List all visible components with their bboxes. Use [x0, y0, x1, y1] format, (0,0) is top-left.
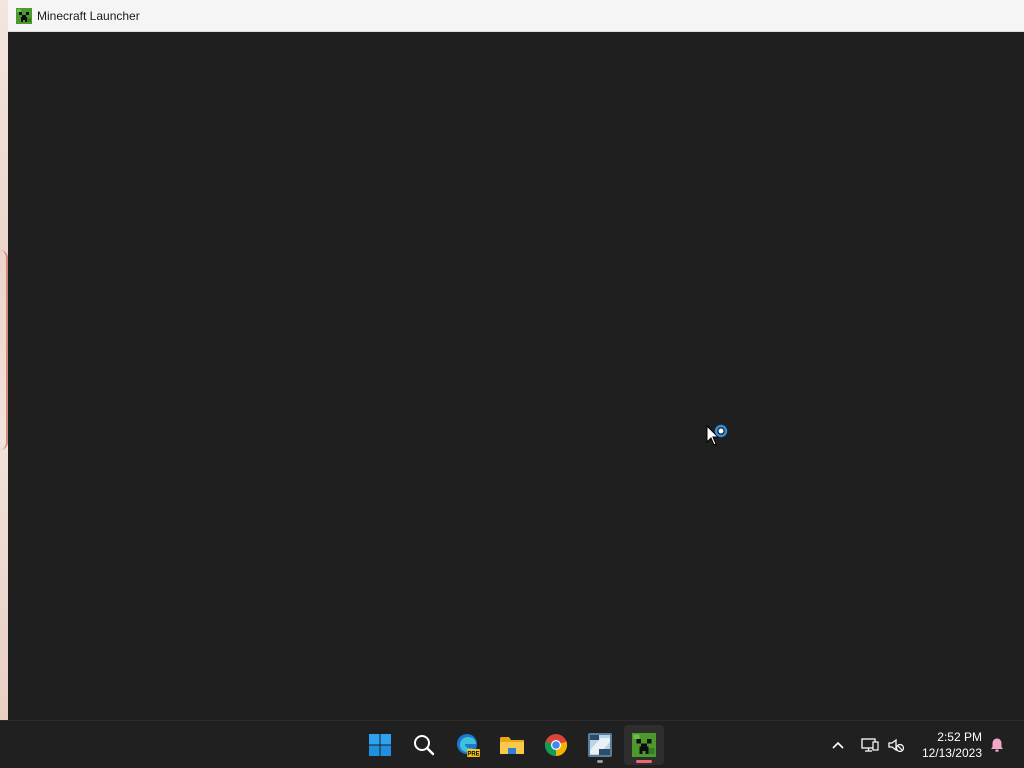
- taskbar-chrome-button[interactable]: [536, 725, 576, 765]
- active-indicator: [636, 760, 652, 763]
- search-icon: [414, 735, 435, 756]
- tray-volume-button[interactable]: [884, 721, 908, 768]
- taskbar-search-button[interactable]: [404, 725, 444, 765]
- clock-time: 2:52 PM: [937, 730, 982, 744]
- ccleaner-icon: [588, 733, 612, 757]
- notification-center-button[interactable]: [986, 721, 1008, 768]
- folder-icon: [500, 737, 524, 754]
- running-indicator: [597, 760, 603, 763]
- taskbar-clock[interactable]: 2:52 PM 12/13/2023: [922, 729, 982, 761]
- window-title: Minecraft Launcher: [37, 8, 140, 23]
- notification-bell-icon: [991, 738, 1003, 752]
- chrome-icon: [544, 734, 568, 757]
- edge-beta-icon: PRE: [457, 734, 480, 758]
- tray-overflow-button[interactable]: [826, 721, 850, 768]
- edge-preview-badge: PRE: [467, 752, 479, 758]
- taskbar: PRE 2:52 PM 12/13/2023: [0, 720, 1024, 768]
- volume-muted-icon: [888, 738, 905, 753]
- windows-start-icon: [369, 734, 391, 756]
- taskbar-start-button[interactable]: [360, 725, 400, 765]
- minecraft-launcher-window: Minecraft Launcher: [8, 0, 1024, 720]
- taskbar-minecraft-launcher-button[interactable]: [624, 725, 664, 765]
- busy-cursor-icon: [706, 424, 728, 446]
- taskbar-edge-preview-button[interactable]: PRE: [448, 725, 488, 765]
- launcher-content-area: [8, 32, 1024, 720]
- clock-date: 12/13/2023: [921, 746, 982, 760]
- minecraft-creeper-icon: [16, 7, 32, 24]
- chevron-up-icon: [832, 741, 844, 749]
- desktop-wallpaper: [0, 0, 8, 720]
- title-bar[interactable]: Minecraft Launcher: [8, 0, 1024, 32]
- network-icon: [861, 738, 879, 752]
- taskbar-ccleaner-button[interactable]: [580, 725, 620, 765]
- tray-network-button[interactable]: [858, 721, 882, 768]
- taskbar-file-explorer-button[interactable]: [492, 725, 532, 765]
- minecraft-creeper-icon: [632, 733, 656, 757]
